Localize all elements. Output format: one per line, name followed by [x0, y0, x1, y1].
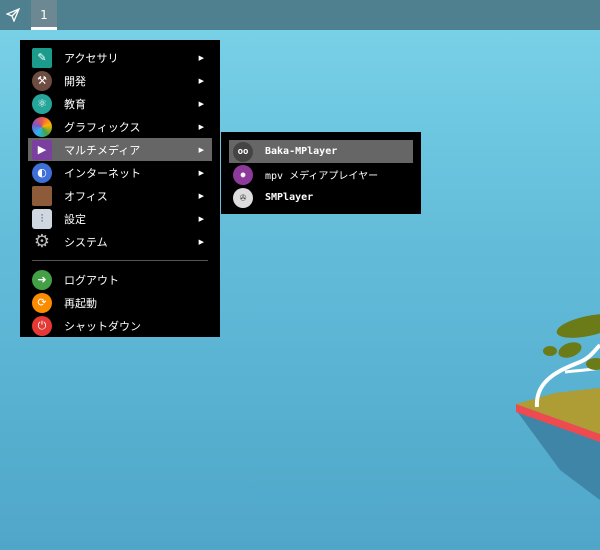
menu-item-logout[interactable]: ➜ ログアウト [28, 268, 212, 291]
submenu-arrow-icon: ▶ [198, 214, 204, 223]
menu-item-label: 開発 [64, 74, 86, 88]
internet-icon: ◐ [32, 162, 52, 183]
menu-item-label: アクセサリ [64, 51, 119, 65]
submenu-arrow-icon: ▶ [198, 237, 204, 246]
menu-item-label: オフィス [64, 189, 108, 203]
graphics-icon [32, 116, 52, 137]
submenu-item-baka-mplayer[interactable]: oo Baka-MPlayer [229, 140, 413, 163]
menu-item-multimedia[interactable]: ▶ マルチメディア ▶ [28, 138, 212, 161]
menu-item-label: mpv メディアプレイヤー [265, 171, 379, 182]
hammer-icon: ⚒ [32, 70, 52, 91]
menu-item-label: 設定 [64, 212, 86, 226]
menu-item-graphics[interactable]: グラフィックス ▶ [28, 115, 212, 138]
menu-item-settings[interactable]: ⫶ 設定 ▶ [28, 207, 212, 230]
menu-item-label: ログアウト [64, 273, 119, 287]
accessories-icon: ✎ [32, 47, 52, 68]
submenu-arrow-icon: ▶ [198, 191, 204, 200]
power-icon: ⏻ [32, 315, 52, 336]
submenu-arrow-icon: ▶ [198, 76, 204, 85]
atom-icon: ⚛ [32, 93, 52, 114]
menu-item-reboot[interactable]: ⟳ 再起動 [28, 291, 212, 314]
briefcase-icon [32, 185, 52, 206]
multimedia-icon: ▶ [32, 139, 52, 160]
menu-item-office[interactable]: オフィス ▶ [28, 184, 212, 207]
menu-item-label: システム [64, 235, 108, 249]
application-menu: ✎ アクセサリ ▶ ⚒ 開発 ▶ ⚛ 教育 ▶ グラフィックス ▶ ▶ マルチメディア ▶ ◐ イン… [20, 40, 220, 337]
baka-mplayer-icon: oo [233, 141, 253, 162]
film-reel-icon: ✇ [233, 187, 253, 208]
submenu-arrow-icon: ▶ [198, 53, 204, 62]
menu-item-system[interactable]: ⚙ システム ▶ [28, 230, 212, 253]
mpv-icon: ● [233, 164, 253, 185]
menu-item-internet[interactable]: ◐ インターネット ▶ [28, 161, 212, 184]
menu-item-label: グラフィックス [64, 120, 141, 134]
menu-item-label: マルチメディア [64, 143, 141, 157]
menu-item-label: インターネット [64, 166, 141, 180]
submenu-item-mpv[interactable]: ● mpv メディアプレイヤー [229, 163, 413, 186]
submenu-arrow-icon: ▶ [198, 168, 204, 177]
menu-item-label: 再起動 [64, 296, 97, 310]
logout-icon: ➜ [32, 269, 52, 290]
menu-item-development[interactable]: ⚒ 開発 ▶ [28, 69, 212, 92]
multimedia-submenu: oo Baka-MPlayer ● mpv メディアプレイヤー ✇ SMPlayer [221, 132, 421, 214]
submenu-arrow-icon: ▶ [198, 145, 204, 154]
submenu-arrow-icon: ▶ [198, 122, 204, 131]
menu-item-education[interactable]: ⚛ 教育 ▶ [28, 92, 212, 115]
submenu-item-smplayer[interactable]: ✇ SMPlayer [229, 186, 413, 209]
menu-item-label: SMPlayer [265, 192, 314, 203]
gear-icon: ⚙ [32, 231, 52, 252]
menu-item-label: シャットダウン [64, 319, 141, 333]
reboot-icon: ⟳ [32, 292, 52, 313]
settings-icon: ⫶ [32, 208, 52, 229]
menu-item-label: 教育 [64, 97, 86, 111]
submenu-arrow-icon: ▶ [198, 99, 204, 108]
menu-separator [32, 260, 208, 261]
menu-item-label: Baka-MPlayer [265, 146, 338, 157]
menu-item-shutdown[interactable]: ⏻ シャットダウン [28, 314, 212, 337]
menu-item-accessories[interactable]: ✎ アクセサリ ▶ [28, 46, 212, 69]
